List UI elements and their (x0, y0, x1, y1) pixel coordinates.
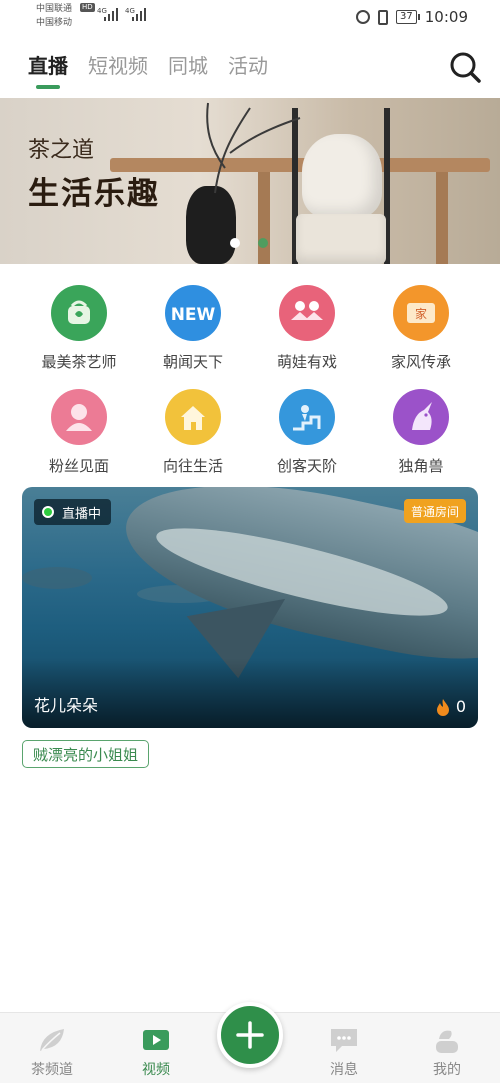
leaf-icon (40, 1029, 64, 1051)
heat-count: 0 (455, 697, 466, 716)
banner-branches (206, 102, 301, 194)
nav-messages[interactable]: 消息 (309, 1025, 379, 1079)
banner-title: 生活乐趣 (28, 176, 160, 212)
kids-icon (279, 285, 335, 341)
svg-text:家: 家 (415, 306, 427, 321)
tab-local[interactable]: 同城 (168, 50, 208, 89)
category-label: 朝闻天下 (162, 353, 223, 371)
tab-events[interactable]: 活动 (228, 50, 268, 89)
top-tabs: 直播 短视频 同城 活动 (28, 50, 268, 89)
new-badge-icon: NEW (165, 285, 221, 341)
nav-video[interactable]: 视频 (121, 1025, 191, 1079)
category-grid: 最美茶艺师 NEW 朝闻天下 萌娃有戏 家 家风传承 粉丝见面 向往生活 创客天 (22, 285, 478, 476)
banner-carousel[interactable]: 茶之道 生活乐趣 (0, 98, 500, 264)
banner-subtitle: 茶之道 (28, 138, 95, 163)
carousel-dot[interactable] (258, 238, 268, 248)
tab-live[interactable]: 直播 (28, 50, 68, 89)
unicorn-icon (393, 389, 449, 445)
teapot-icon (51, 285, 107, 341)
profile-icon (436, 1030, 458, 1053)
stairs-icon (279, 389, 335, 445)
nav-label: 我的 (433, 1062, 461, 1078)
category-label: 萌娃有戏 (276, 353, 337, 371)
alarm-icon (356, 10, 371, 24)
nav-profile[interactable]: 我的 (412, 1025, 482, 1079)
live-status-badge: 直播中 (34, 499, 112, 525)
live-room-title: 花儿朵朵 (34, 696, 99, 715)
category-label: 粉丝见面 (48, 457, 109, 475)
search-icon[interactable] (448, 50, 482, 84)
category-fans[interactable]: 粉丝见面 (22, 389, 136, 476)
nav-tea-channel[interactable]: 茶频道 (17, 1025, 87, 1079)
category-tea-master[interactable]: 最美茶艺师 (22, 285, 136, 372)
scroll-icon: 家 (393, 285, 449, 341)
status-bar: 中国联通 HD 中国移动 4G 4G 37 10:09 (0, 0, 500, 34)
category-label: 家风传承 (390, 353, 451, 371)
battery-icon: 37 (396, 10, 420, 24)
banner-shelf-leg (436, 172, 448, 264)
create-button[interactable] (217, 1002, 283, 1068)
flame-icon (436, 698, 449, 716)
nav-label: 视频 (142, 1062, 170, 1078)
nav-label: 茶频道 (31, 1062, 73, 1078)
fans-icon (51, 389, 107, 445)
video-icon (143, 1030, 169, 1050)
room-type-badge: 普通房间 (403, 499, 466, 523)
banner-kettle (302, 134, 382, 218)
signal-icon (132, 8, 146, 21)
carousel-indicator (230, 238, 268, 248)
tab-short-video[interactable]: 短视频 (88, 50, 148, 89)
house-icon (165, 389, 221, 445)
svg-text:NEW: NEW (171, 305, 216, 325)
signal-icon (104, 8, 118, 21)
live-dot-icon (42, 506, 54, 518)
category-news[interactable]: NEW 朝闻天下 (136, 285, 250, 372)
live-room-card[interactable]: 直播中 普通房间 花儿朵朵 0 (22, 487, 478, 728)
category-label: 向往生活 (162, 457, 223, 475)
carrier-2: 中国移动 (36, 18, 73, 28)
card-background-shark (22, 567, 92, 589)
category-label: 独角兽 (398, 457, 444, 475)
category-dream-life[interactable]: 向往生活 (136, 389, 250, 476)
live-heat: 0 (436, 697, 466, 716)
hd-indicator: HD (80, 3, 95, 12)
nav-label: 消息 (330, 1062, 358, 1078)
category-label: 创客天阶 (276, 457, 337, 475)
category-unicorn[interactable]: 独角兽 (364, 389, 478, 476)
vibrate-icon (378, 9, 389, 25)
category-kids[interactable]: 萌娃有戏 (250, 285, 364, 372)
host-name-tag[interactable]: 贼漂亮的小姐姐 (22, 740, 150, 768)
category-maker[interactable]: 创客天阶 (250, 389, 364, 476)
plus-icon (236, 1021, 264, 1049)
live-status-label: 直播中 (62, 506, 102, 522)
carousel-dot[interactable] (230, 238, 240, 248)
category-label: 最美茶艺师 (41, 353, 117, 371)
banner-stove (296, 214, 386, 264)
message-icon (331, 1029, 357, 1052)
clock: 10:09 (424, 8, 468, 26)
carrier-1: 中国联通 (36, 4, 73, 14)
category-family[interactable]: 家 家风传承 (364, 285, 478, 372)
